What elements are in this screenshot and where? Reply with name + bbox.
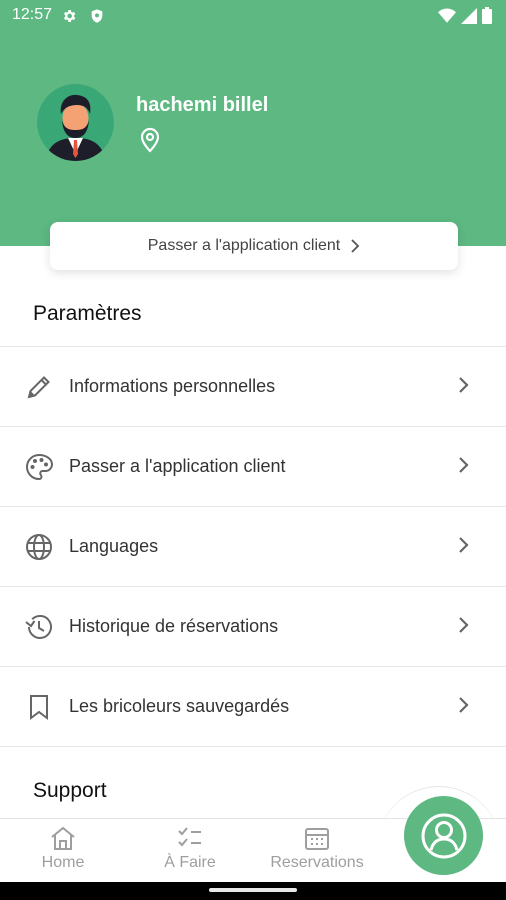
home-icon: [51, 826, 75, 850]
gear-icon: [64, 10, 76, 22]
setting-history[interactable]: Historique de réservations: [0, 587, 506, 667]
chevron-right-icon: [351, 239, 360, 253]
profile-icon: [421, 813, 466, 858]
globe-icon: [26, 534, 52, 560]
pencil-icon: [27, 376, 50, 399]
settings-list: Informations personnelles Passer a l'app…: [0, 346, 506, 747]
calendar-icon: [305, 828, 329, 850]
setting-saved-handymen[interactable]: Les bricoleurs sauvegardés: [0, 667, 506, 747]
switch-card-label: Passer a l'application client: [147, 237, 341, 254]
nav-item-home[interactable]: Home: [0, 825, 128, 872]
section-title-params: Paramètres: [33, 302, 142, 325]
avatar-man-icon: [37, 84, 114, 161]
checklist-icon: [178, 827, 201, 847]
palette-icon: [26, 453, 54, 481]
profile-name: hachemi billel: [136, 94, 269, 116]
setting-switch-client[interactable]: Passer a l'application client: [0, 427, 506, 507]
chevron-right-icon: [459, 697, 469, 713]
status-right-icons: [438, 7, 492, 24]
nav-label-todo: À Faire: [164, 854, 216, 871]
setting-label: Informations personnelles: [69, 376, 276, 396]
profile-fab-button[interactable]: [404, 796, 483, 875]
history-icon: [25, 614, 52, 639]
nav-item-todo[interactable]: À Faire: [125, 825, 255, 872]
switch-to-client-button[interactable]: Passer a l'application client: [50, 222, 458, 270]
setting-languages[interactable]: Languages: [0, 507, 506, 587]
nav-item-reservations[interactable]: Reservations: [252, 825, 382, 872]
shield-icon: [91, 9, 103, 23]
setting-label: Languages: [69, 536, 159, 556]
chevron-right-icon: [459, 537, 469, 553]
setting-label: Les bricoleurs sauvegardés: [69, 696, 290, 716]
setting-label: Historique de réservations: [69, 616, 279, 636]
status-time: 12:57: [12, 6, 53, 23]
status-bar: 12:57: [0, 0, 506, 32]
gesture-handle[interactable]: [209, 888, 297, 892]
avatar[interactable]: [37, 84, 114, 161]
nav-label-reservations: Reservations: [270, 854, 364, 871]
gesture-bar: [0, 882, 506, 900]
chevron-right-icon: [459, 457, 469, 473]
chevron-right-icon: [459, 617, 469, 633]
location-pin-icon[interactable]: [138, 127, 162, 153]
section-title-support: Support: [33, 779, 107, 802]
bookmark-icon: [30, 695, 48, 720]
signal-icon: [461, 7, 477, 24]
chevron-right-icon: [459, 377, 469, 393]
wifi-icon: [438, 8, 456, 23]
setting-personal-info[interactable]: Informations personnelles: [0, 347, 506, 427]
nav-label-home: Home: [41, 854, 85, 871]
battery-icon: [482, 7, 492, 24]
setting-label: Passer a l'application client: [69, 456, 286, 476]
